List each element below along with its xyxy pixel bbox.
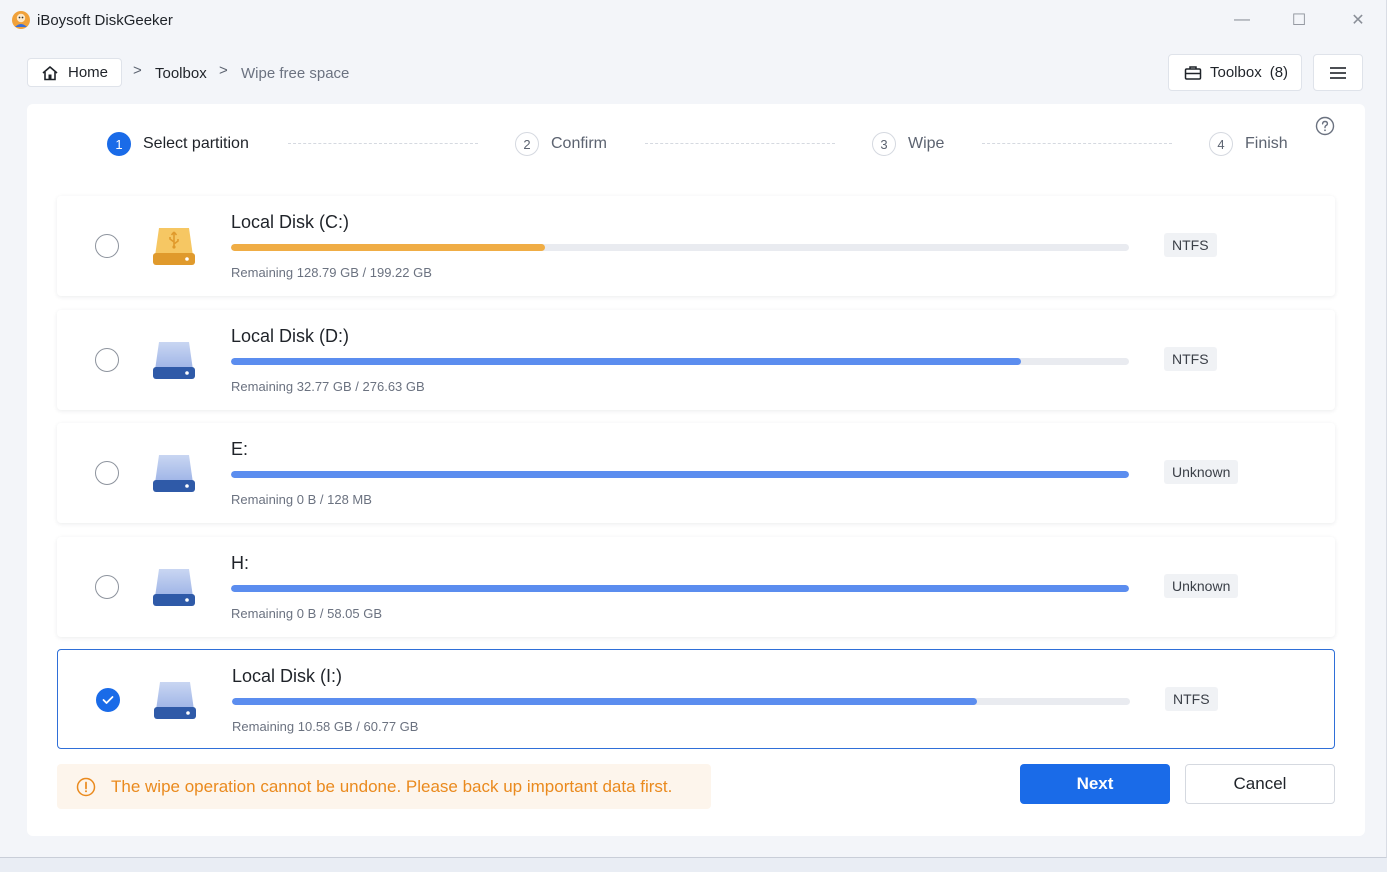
usage-bar-fill [231,471,1129,478]
partition-row[interactable]: Local Disk (C:) Remaining 128.79 GB / 19… [57,196,1335,296]
help-icon[interactable] [1315,116,1335,136]
next-button[interactable]: Next [1020,764,1170,804]
partition-row[interactable]: H: Remaining 0 B / 58.05 GB Unknown [57,537,1335,637]
partition-row[interactable]: Local Disk (D:) Remaining 32.77 GB / 276… [57,310,1335,410]
partition-row[interactable]: E: Remaining 0 B / 128 MB Unknown [57,423,1335,523]
filesystem-badge: NTFS [1164,347,1217,371]
step-select-partition: 1 Select partition [107,132,249,156]
partition-radio-checked[interactable] [96,688,120,712]
step-label: Select partition [143,135,249,152]
maximize-button[interactable]: ☐ [1279,8,1319,32]
step-label: Confirm [551,135,608,152]
partition-radio[interactable] [95,234,119,258]
step-number: 3 [872,132,896,156]
partition-remaining: Remaining 10.58 GB / 60.77 GB [232,719,419,734]
usage-bar-fill [231,358,1022,365]
title-bar: iBoysoft DiskGeeker — ☐ ✕ [0,0,1387,40]
filesystem-badge: NTFS [1165,687,1218,711]
warning-text: The wipe operation cannot be undone. Ple… [111,776,673,796]
partition-name: Local Disk (C:) [231,212,350,232]
app-window: iBoysoft DiskGeeker — ☐ ✕ Home > Toolbox… [0,0,1387,858]
step-divider [982,143,1172,144]
breadcrumb-home[interactable]: Home [27,58,122,87]
close-icon: ✕ [1351,12,1365,29]
partition-name: E: [231,439,249,459]
breadcrumb-separator: > [219,62,228,79]
warning-banner: The wipe operation cannot be undone. Ple… [57,764,711,809]
step-label: Finish [1245,135,1288,152]
maximize-icon: ☐ [1291,12,1307,29]
main-menu-button[interactable] [1313,54,1363,91]
app-logo-icon [12,11,30,29]
usage-bar [231,585,1129,592]
toolbox-button[interactable]: Toolbox (8) [1168,54,1302,91]
step-finish: 4 Finish [1209,132,1288,156]
checkmark-icon [102,696,114,704]
step-label: Wipe [908,135,945,152]
cancel-button[interactable]: Cancel [1185,764,1335,804]
toolbox-label: Toolbox [1210,64,1262,81]
warning-icon [76,777,96,796]
partition-name: Local Disk (I:) [232,666,343,686]
step-number: 2 [515,132,539,156]
home-icon [42,65,58,80]
partition-name: H: [231,553,249,573]
usage-bar-fill [231,585,1129,592]
usage-bar [232,698,1130,705]
filesystem-badge: NTFS [1164,233,1217,257]
step-number: 1 [107,132,131,156]
hard-drive-icon [153,455,195,492]
breadcrumb-home-label: Home [68,64,109,81]
step-divider [288,143,478,144]
breadcrumb-separator: > [133,62,142,79]
partition-radio[interactable] [95,575,119,599]
step-number: 4 [1209,132,1233,156]
partition-remaining: Remaining 32.77 GB / 276.63 GB [231,379,425,394]
partition-radio[interactable] [95,461,119,485]
partition-remaining: Remaining 128.79 GB / 199.22 GB [231,265,432,280]
minimize-icon: — [1234,11,1250,28]
close-button[interactable]: ✕ [1338,8,1378,32]
partition-radio[interactable] [95,348,119,372]
usage-bar-fill [232,698,978,705]
partition-row-selected[interactable]: Local Disk (I:) Remaining 10.58 GB / 60.… [57,649,1335,749]
hard-drive-icon [153,569,195,606]
step-wipe: 3 Wipe [872,132,944,156]
filesystem-badge: Unknown [1164,460,1239,484]
usage-bar [231,471,1129,478]
partition-remaining: Remaining 0 B / 58.05 GB [231,606,383,621]
step-confirm: 2 Confirm [515,132,607,156]
usb-drive-icon [153,228,195,265]
toolbox-count: (8) [1269,64,1289,81]
minimize-button[interactable]: — [1222,8,1262,32]
toolbox-icon [1184,65,1202,80]
usage-bar-fill [231,244,546,251]
step-divider [645,143,835,144]
usage-bar [231,244,1129,251]
partition-name: Local Disk (D:) [231,326,350,346]
hard-drive-icon [153,342,195,379]
hard-drive-icon [154,682,196,719]
hamburger-menu-icon [1330,66,1346,79]
window-title: iBoysoft DiskGeeker [37,12,173,29]
breadcrumb-current: Wipe free space [241,65,350,82]
usage-bar [231,358,1129,365]
partition-remaining: Remaining 0 B / 128 MB [231,492,372,507]
filesystem-badge: Unknown [1164,574,1239,598]
breadcrumb-toolbox[interactable]: Toolbox [155,65,207,82]
